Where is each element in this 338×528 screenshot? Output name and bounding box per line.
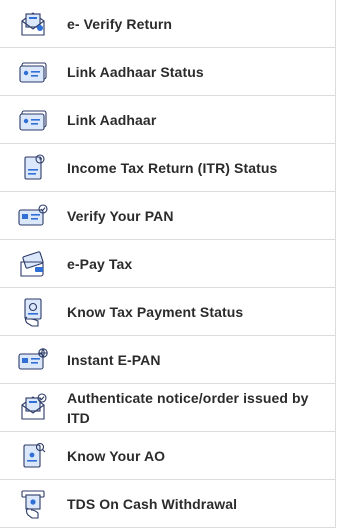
menu-item-label: Verify Your PAN bbox=[67, 207, 174, 224]
atm-withdrawal-icon bbox=[21, 489, 45, 519]
menu-item-label: e-Pay Tax bbox=[67, 255, 133, 272]
menu-item-e-verify-return[interactable]: e- Verify Return bbox=[0, 0, 336, 48]
card-check-icon bbox=[18, 203, 48, 226]
menu-item-label: Authenticate notice/order issued by ITD bbox=[67, 389, 309, 426]
document-clock-icon bbox=[24, 153, 45, 180]
menu-item-know-your-ao[interactable]: Know Your AO bbox=[0, 432, 336, 480]
menu-item-label: Link Aadhaar bbox=[67, 111, 157, 128]
id-card-icon bbox=[19, 61, 47, 83]
services-menu: e- Verify Return Link Aadhaar Status Lin… bbox=[0, 0, 338, 528]
menu-item-label: Link Aadhaar Status bbox=[67, 63, 204, 80]
menu-item-itr-status[interactable]: Income Tax Return (ITR) Status bbox=[0, 144, 336, 192]
menu-item-instant-e-pan[interactable]: Instant E-PAN bbox=[0, 336, 336, 384]
menu-item-label: TDS On Cash Withdrawal bbox=[67, 495, 238, 512]
document-search-icon bbox=[23, 442, 46, 468]
menu-item-authenticate-notice[interactable]: Authenticate notice/order issued by ITD bbox=[0, 384, 336, 432]
menu-item-verify-your-pan[interactable]: Verify Your PAN bbox=[0, 192, 336, 240]
menu-item-label: Instant E-PAN bbox=[67, 351, 161, 368]
envelope-check-icon bbox=[21, 392, 47, 420]
menu-item-label: Know Tax Payment Status bbox=[67, 303, 244, 320]
menu-item-label: e- Verify Return bbox=[67, 15, 173, 32]
hand-document-icon bbox=[24, 297, 42, 327]
menu-item-know-tax-payment-status[interactable]: Know Tax Payment Status bbox=[0, 288, 336, 336]
id-card-icon bbox=[19, 109, 47, 131]
menu-item-label: Know Your AO bbox=[67, 447, 166, 464]
menu-item-link-aadhaar[interactable]: Link Aadhaar bbox=[0, 96, 336, 144]
menu-item-link-aadhaar-status[interactable]: Link Aadhaar Status bbox=[0, 48, 336, 96]
menu-item-e-pay-tax[interactable]: e-Pay Tax bbox=[0, 240, 336, 288]
wallet-card-icon bbox=[20, 250, 44, 277]
envelope-document-icon bbox=[21, 11, 45, 36]
card-globe-icon bbox=[18, 347, 48, 370]
menu-item-label: Income Tax Return (ITR) Status bbox=[67, 159, 278, 176]
